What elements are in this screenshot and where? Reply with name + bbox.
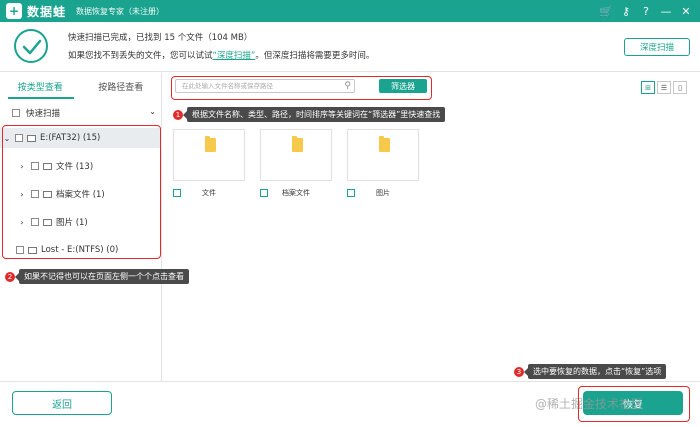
tree-checkbox[interactable] — [31, 218, 39, 226]
chevron-down-icon[interactable]: ⌄ — [149, 107, 156, 116]
tab-by-type[interactable]: 按类型查看 — [0, 73, 81, 100]
quick-scan-label: 快速扫描 — [26, 109, 61, 119]
file-caption-archives: 档案文件 — [260, 186, 332, 200]
title-bar: + 数据蛙 数据恢复专家（未注册） 🛒 ⚷ ? — ✕ — [0, 0, 700, 22]
quick-scan-row[interactable]: 快速扫描 ⌄ — [0, 105, 162, 121]
view-mode-switcher: ⊞ ☰ ▯ — [641, 81, 687, 94]
search-input[interactable] — [182, 82, 342, 90]
deep-scan-button[interactable]: 深度扫描 — [624, 38, 690, 56]
annotation-1: 1 根据文件名称、类型、路径，时间排序等关键词在“筛选器”里快速查找 — [173, 107, 446, 122]
cart-icon[interactable]: 🛒 — [598, 3, 614, 19]
tree-item-label: E:(FAT32) (15) — [40, 133, 101, 143]
file-card-archives[interactable] — [260, 129, 332, 181]
detail-view-icon[interactable]: ▯ — [673, 81, 687, 94]
back-button[interactable]: 返回 — [12, 391, 112, 415]
key-icon[interactable]: ⚷ — [618, 3, 634, 19]
chevron-right-icon[interactable]: › — [17, 218, 27, 227]
tab-by-path[interactable]: 按路径查看 — [81, 73, 162, 100]
file-caption-files: 文件 — [173, 186, 245, 200]
tree-item-label: 文件 (13) — [56, 162, 94, 172]
deep-scan-link[interactable]: “深度扫描” — [213, 51, 256, 61]
drive-icon — [27, 134, 36, 142]
close-icon[interactable]: ✕ — [678, 3, 694, 19]
folder-icon — [379, 136, 390, 152]
active-tab-indicator — [8, 97, 74, 99]
deep-scan-hint: 如果您找不到丢失的文件，您可以试试“深度扫描”。但深度扫描将需要更多时间。 — [68, 49, 374, 61]
search-icon[interactable]: ⚲ — [344, 81, 351, 91]
list-view-icon[interactable]: ☰ — [657, 81, 671, 94]
annotation-text: 根据文件名称、类型、路径，时间排序等关键词在“筛选器”里快速查找 — [182, 107, 446, 122]
folder-icon — [205, 136, 216, 152]
file-name: 图片 — [376, 189, 390, 197]
annotation-text: 如果不记得也可以在页面左侧一个个点击查看 — [15, 269, 189, 284]
tree-item-label: 档案文件 (1) — [56, 190, 105, 200]
file-name: 档案文件 — [282, 189, 310, 197]
annotation-number: 3 — [514, 366, 524, 377]
tree-item-lost-ntfs[interactable]: Lost - E:(NTFS) (0) — [0, 240, 162, 260]
annotation-number: 2 — [5, 271, 15, 282]
app-logo-icon: + — [6, 3, 22, 19]
view-tabs: 按类型查看 按路径查看 — [0, 73, 161, 100]
file-card-images[interactable] — [347, 129, 419, 181]
tree-checkbox[interactable] — [31, 162, 39, 170]
annotation-text: 选中要恢复的数据，点击“恢复”选项 — [523, 364, 667, 379]
tree-item-images[interactable]: › 图片 (1) — [0, 212, 162, 232]
file-caption-images: 图片 — [347, 186, 419, 200]
archive-icon — [43, 190, 52, 198]
footer-bar: 返回 恢复 @稀土掘金技术社区 — [0, 381, 700, 427]
minimize-icon[interactable]: — — [658, 3, 674, 19]
watermark: @稀土掘金技术社区 — [535, 397, 644, 411]
quick-scan-checkbox[interactable] — [12, 109, 20, 117]
chevron-right-icon[interactable]: › — [17, 162, 27, 171]
filter-button[interactable]: 筛选器 — [379, 79, 427, 93]
deep-scan-hint-suffix: 。但深度扫描将需要更多时间。 — [255, 51, 375, 61]
tree-item-files[interactable]: › 文件 (13) — [0, 156, 162, 176]
tree-checkbox[interactable] — [31, 190, 39, 198]
scan-status-banner: 快速扫描已完成，已找到 15 个文件（104 MB） 如果您找不到丢失的文件，您… — [0, 22, 700, 72]
tree-item-label: 图片 (1) — [56, 218, 88, 228]
image-icon — [43, 218, 52, 226]
drive-icon — [28, 246, 37, 254]
grid-view-icon[interactable]: ⊞ — [641, 81, 655, 94]
chevron-down-icon[interactable]: ⌄ — [2, 134, 12, 143]
deep-scan-hint-prefix: 如果您找不到丢失的文件，您可以试试 — [68, 51, 213, 61]
tree-item-label: Lost - E:(NTFS) (0) — [41, 245, 119, 255]
left-panel: 按类型查看 按路径查看 快速扫描 ⌄ ⌄ E:(FAT32) (15) › 文件… — [0, 73, 162, 381]
file-icon — [43, 162, 52, 170]
annotation-number: 1 — [173, 109, 183, 120]
file-name: 文件 — [202, 189, 216, 197]
titlebar-controls: 🛒 ⚷ ? — ✕ — [598, 0, 694, 22]
help-icon[interactable]: ? — [638, 3, 654, 19]
app-name: 数据蛙 — [27, 4, 67, 19]
scan-result-text: 快速扫描已完成，已找到 15 个文件（104 MB） — [68, 33, 253, 43]
file-card-files[interactable] — [173, 129, 245, 181]
folder-icon — [292, 136, 303, 152]
tree-checkbox[interactable] — [15, 134, 23, 142]
tree-checkbox[interactable] — [16, 246, 24, 254]
annotation-3: 3 选中要恢复的数据，点击“恢复”选项 — [514, 364, 667, 379]
search-box[interactable]: ⚲ — [175, 79, 355, 93]
tree-item-archives[interactable]: › 档案文件 (1) — [0, 184, 162, 204]
tree-item-drive-e[interactable]: ⌄ E:(FAT32) (15) — [0, 128, 162, 148]
app-subtitle: 数据恢复专家（未注册） — [76, 6, 165, 16]
check-circle-icon — [14, 29, 48, 63]
chevron-right-icon[interactable]: › — [17, 190, 27, 199]
annotation-2: 2 如果不记得也可以在页面左侧一个个点击查看 — [5, 269, 189, 284]
